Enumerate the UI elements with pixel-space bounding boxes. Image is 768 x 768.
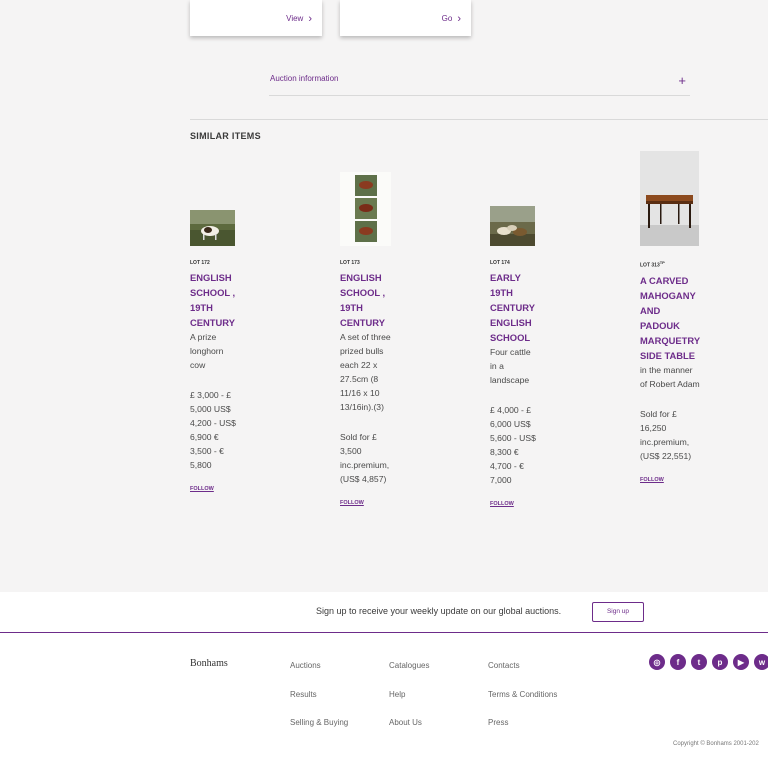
signup-text: Sign up to receive your weekly update on… (316, 606, 562, 616)
similar-item-lot-313: LOT 313TP A CARVED MAHOGANY AND PADOUK M… (640, 260, 700, 483)
view-link-label: View (286, 14, 304, 23)
item-thumbnail-side-table[interactable] (640, 151, 699, 246)
youtube-icon[interactable]: ▶ (733, 654, 749, 670)
item-title[interactable]: ENGLISH SCHOOL , 19TH CENTURY (340, 270, 394, 330)
follow-link[interactable]: FOLLOW (190, 486, 240, 492)
similar-items-heading: SIMILAR ITEMS (190, 131, 261, 141)
item-price: £ 3,000 - £ 5,000 US$ 4,200 - US$ 6,900 … (190, 390, 236, 470)
top-card-go: Go › (340, 0, 471, 36)
item-title[interactable]: ENGLISH SCHOOL , 19TH CENTURY (190, 270, 240, 330)
facebook-icon[interactable]: f (670, 654, 686, 670)
footer-link-catalogues[interactable]: Catalogues (389, 661, 429, 690)
item-description: A set of three prized bulls each 22 x 27… (340, 332, 391, 412)
lot-number: LOT 173 (340, 260, 360, 266)
footer-link-auctions[interactable]: Auctions (290, 661, 348, 690)
top-card-view: View › (190, 0, 322, 36)
item-description: A prize longhorn cow (190, 332, 224, 370)
pinterest-icon[interactable]: p (712, 654, 728, 670)
lot-number: LOT 174 (490, 260, 510, 266)
instagram-icon[interactable]: ◎ (649, 654, 665, 670)
auction-information-accordion[interactable]: Auction information + (269, 70, 690, 96)
footer-column-2: Catalogues Help About Us (389, 661, 429, 747)
item-thumbnail-bulls[interactable] (340, 172, 391, 246)
follow-link[interactable]: FOLLOW (490, 501, 538, 507)
follow-link[interactable]: FOLLOW (340, 500, 394, 506)
footer-column-3: Contacts Terms & Conditions Press (488, 661, 557, 747)
item-price: Sold for £ 16,250 inc.premium, (US$ 22,5… (640, 408, 692, 461)
footer-link-help[interactable]: Help (389, 690, 429, 719)
footer-link-press[interactable]: Press (488, 718, 557, 747)
item-title[interactable]: A CARVED MAHOGANY AND PADOUK MARQUETRY S… (640, 273, 700, 363)
chevron-right-icon: › (457, 12, 461, 25)
footer-link-terms[interactable]: Terms & Conditions (488, 690, 557, 719)
footer-link-contacts[interactable]: Contacts (488, 661, 557, 690)
lot-number: LOT 313TP (640, 260, 665, 269)
bonhams-logo[interactable]: Bonhams (190, 658, 228, 669)
expand-plus-icon[interactable]: + (678, 73, 686, 88)
item-thumbnail-cow[interactable] (190, 210, 235, 246)
footer: Bonhams Auctions Results Selling & Buyin… (0, 633, 768, 768)
similar-item-lot-172: LOT 172 ENGLISH SCHOOL , 19TH CENTURY A … (190, 260, 240, 492)
follow-link[interactable]: FOLLOW (640, 477, 700, 483)
social-links: ◎ f t p ▶ w (649, 654, 768, 670)
similar-item-lot-174: LOT 174 EARLY 19TH CENTURY ENGLISH SCHOO… (490, 260, 538, 507)
footer-link-selling-buying[interactable]: Selling & Buying (290, 718, 348, 747)
go-link[interactable]: Go › (441, 12, 461, 25)
go-link-label: Go (441, 14, 453, 23)
item-thumbnail-cattle[interactable] (490, 206, 535, 246)
auction-information-label[interactable]: Auction information (270, 74, 338, 83)
wechat-icon[interactable]: w (754, 654, 768, 670)
sign-up-button[interactable]: Sign up (592, 602, 644, 622)
item-title[interactable]: EARLY 19TH CENTURY ENGLISH SCHOOL (490, 270, 538, 345)
item-price: £ 4,000 - £ 6,000 US$ 5,600 - US$ 8,300 … (490, 405, 536, 485)
twitter-icon[interactable]: t (691, 654, 707, 670)
chevron-right-icon: › (308, 12, 312, 25)
footer-link-about-us[interactable]: About Us (389, 718, 429, 747)
item-description: in the manner of Robert Adam (640, 364, 700, 389)
copyright-text: Copyright © Bonhams 2001-202 (673, 741, 759, 747)
section-divider (190, 119, 768, 120)
footer-link-results[interactable]: Results (290, 690, 348, 719)
newsletter-signup-band: Sign up to receive your weekly update on… (0, 592, 768, 633)
similar-item-lot-173: LOT 173 ENGLISH SCHOOL , 19TH CENTURY A … (340, 260, 394, 506)
lot-number: LOT 172 (190, 260, 210, 266)
footer-column-1: Auctions Results Selling & Buying (290, 661, 348, 747)
item-price: Sold for £ 3,500 inc.premium, (US$ 4,857… (340, 432, 390, 484)
item-description: Four cattle in a landscape (490, 347, 531, 385)
view-link[interactable]: View › (286, 12, 312, 25)
